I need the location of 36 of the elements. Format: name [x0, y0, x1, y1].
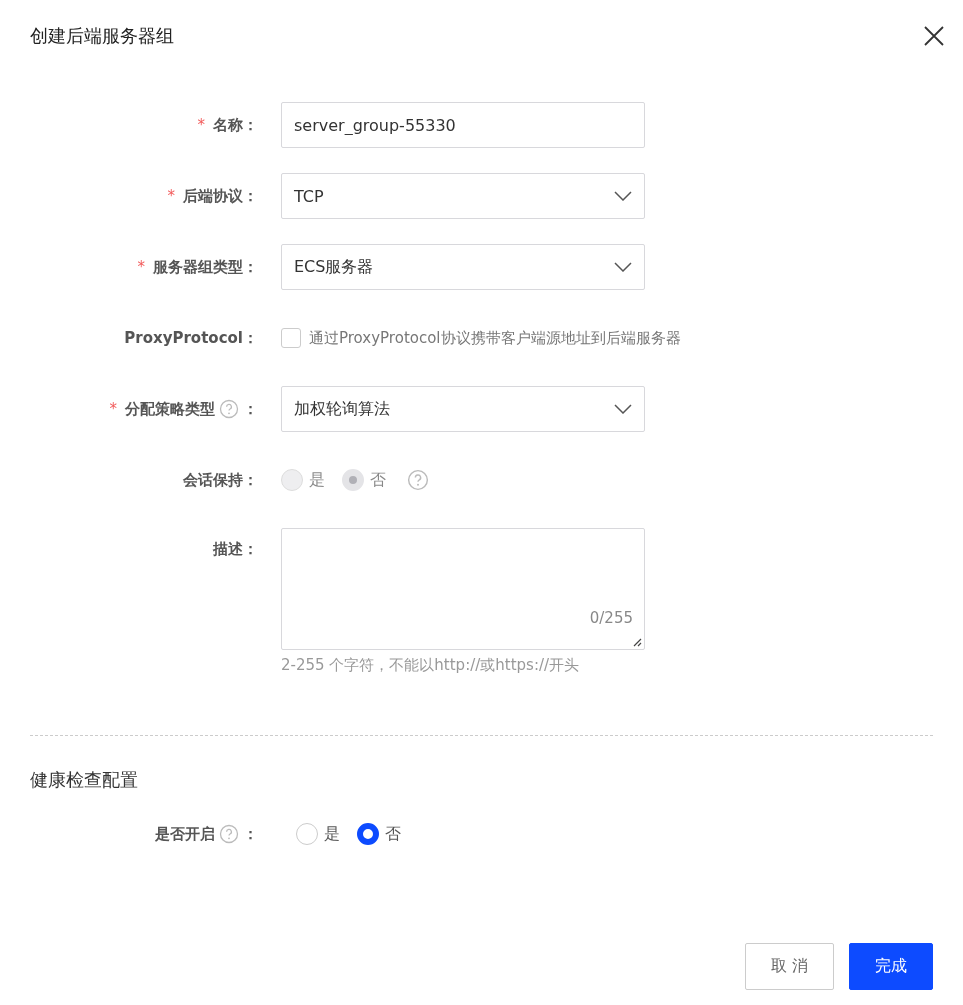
label-colon: ：: [243, 824, 258, 844]
field-label: 服务器组类型: [153, 257, 243, 277]
label-colon: ：: [243, 470, 258, 490]
dialog-title: 创建后端服务器组: [30, 24, 174, 48]
radio-label: 否: [385, 823, 401, 845]
label-colon: ：: [243, 115, 258, 135]
field-label: 描述: [213, 540, 243, 559]
checkbox-label: 通过ProxyProtocol协议携带客户端源地址到后端服务器: [309, 328, 681, 348]
field-label: 会话保持: [183, 470, 243, 490]
select-dropdown[interactable]: TCP: [281, 173, 645, 219]
label-colon: ：: [243, 399, 258, 419]
required-asterisk: *: [197, 116, 205, 134]
label-colon: ：: [243, 328, 258, 348]
field-label: 名称: [213, 115, 243, 135]
radio-label: 是: [324, 823, 340, 845]
radio-label: 否: [370, 469, 386, 491]
select-dropdown[interactable]: 加权轮询算法: [281, 386, 645, 432]
section-title: 健康检查配置: [30, 768, 139, 792]
name-input-field[interactable]: server_group-55330: [281, 102, 645, 148]
description-text-area[interactable]: 0/255: [281, 528, 645, 650]
finish-button[interactable]: 完成: [849, 943, 933, 990]
field-label: 分配策略类型: [125, 399, 215, 419]
character-counter: 0/255: [589, 609, 633, 627]
label-colon: ：: [243, 257, 258, 277]
select-dropdown[interactable]: ECS服务器: [281, 244, 645, 290]
cancel-button[interactable]: 取 消: [745, 943, 834, 990]
radio-label: 是: [309, 469, 325, 491]
field-label: 后端协议: [183, 186, 243, 206]
required-asterisk: *: [109, 400, 117, 418]
hint-text: 2-255 个字符，不能以http://或https://开头: [281, 656, 581, 675]
field-label: 是否开启: [155, 824, 215, 844]
field-label: ProxyProtocol: [124, 329, 243, 347]
label-colon: ：: [243, 186, 258, 206]
required-asterisk: *: [137, 258, 145, 276]
required-asterisk: *: [167, 187, 175, 205]
label-colon: ：: [243, 540, 258, 559]
